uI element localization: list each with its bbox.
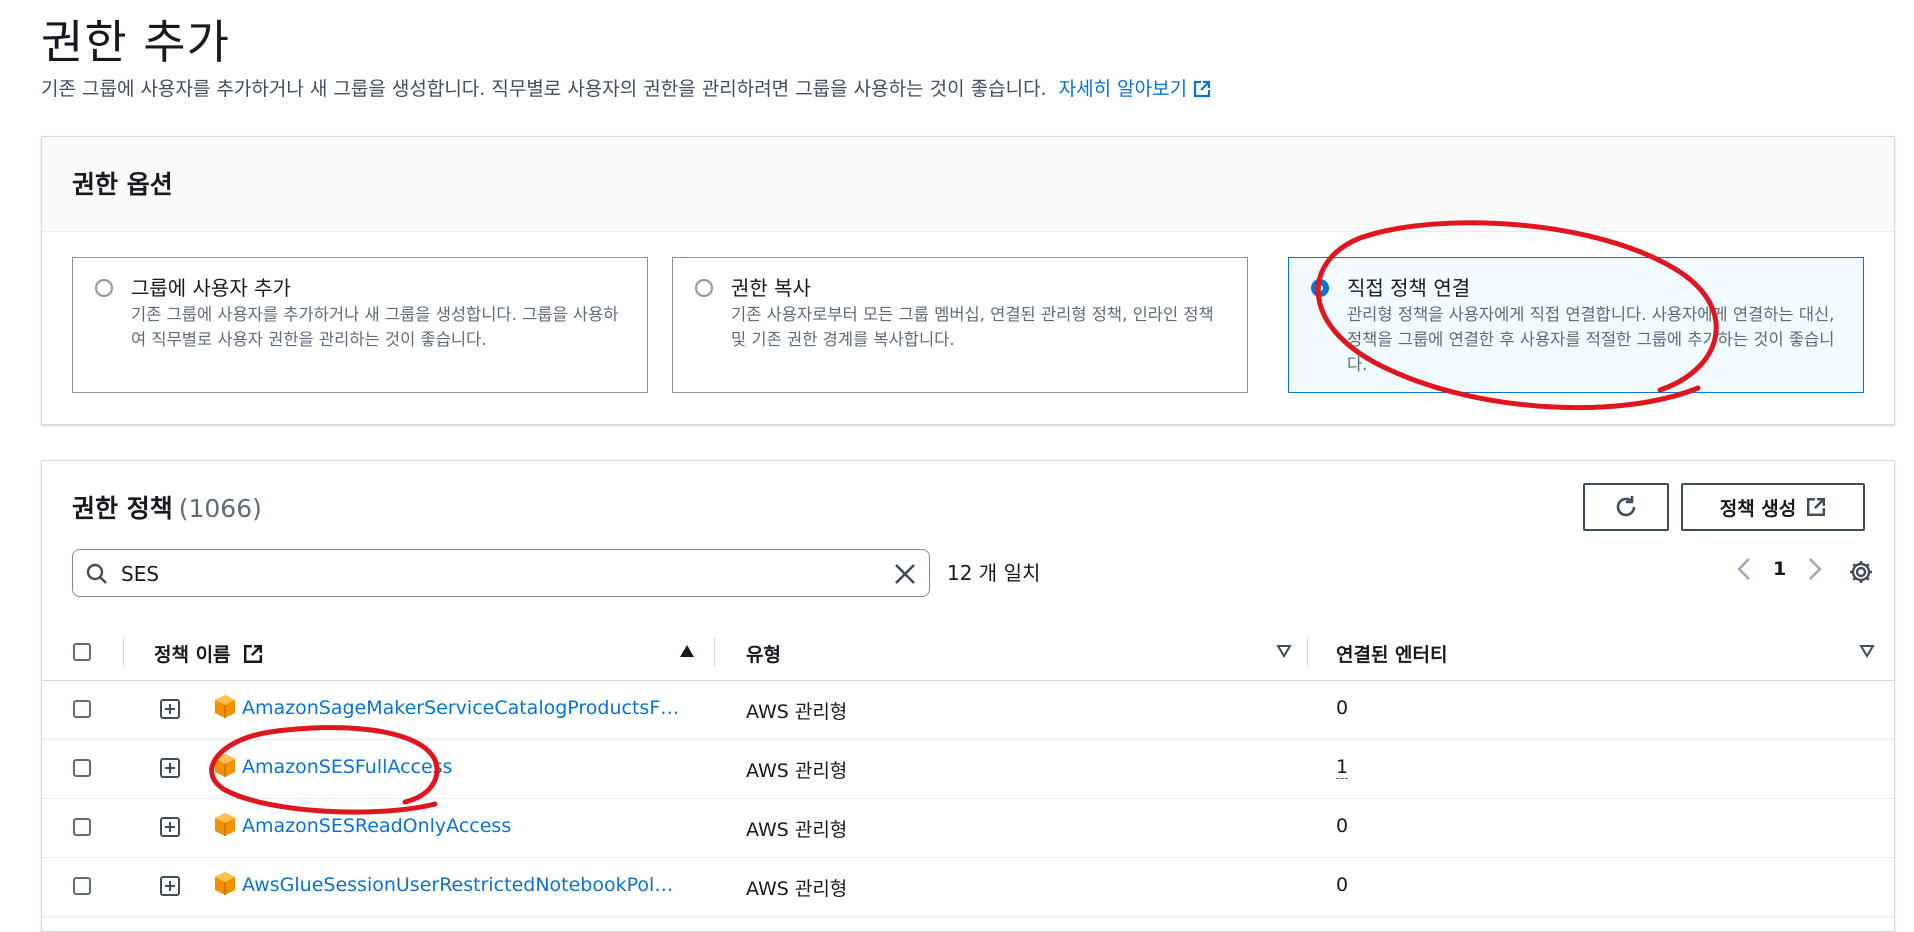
row-checkbox[interactable] (73, 759, 91, 777)
create-policy-button[interactable]: 정책 생성 (1681, 483, 1865, 531)
policy-name-link[interactable]: AwsGlueSessionUserRestrictedNotebookPol… (242, 874, 673, 896)
option-add-to-group[interactable]: 그룹에 사용자 추가 기존 그룹에 사용자를 추가하거나 새 그룹을 생성합니다… (72, 257, 648, 393)
table-row[interactable]: AmazonSESReadOnlyAccess AWS 관리형 0 (42, 798, 1894, 858)
page-description: 기존 그룹에 사용자를 추가하거나 새 그룹을 생성합니다. 직무별로 사용자의… (41, 74, 1211, 101)
option-description: 기존 사용자로부터 모든 그룹 멤버십, 연결된 관리형 정책, 인라인 정책 … (731, 305, 1214, 349)
aws-managed-policy-icon (215, 872, 235, 895)
aws-managed-policy-icon (215, 695, 235, 718)
aws-managed-policy-icon (215, 754, 235, 777)
policy-name-link[interactable]: AmazonSESFullAccess (242, 756, 452, 778)
learn-more-label: 자세히 알아보기 (1058, 78, 1188, 100)
policy-type: AWS 관리형 (746, 819, 848, 841)
column-header-policy-name[interactable]: 정책 이름 (154, 640, 263, 667)
table-row[interactable]: AmazonSESFullAccess AWS 관리형 1 (42, 739, 1894, 799)
column-divider (714, 638, 715, 666)
previous-page-icon[interactable] (1737, 557, 1751, 581)
policy-type: AWS 관리형 (746, 760, 848, 782)
sort-ascending-icon[interactable] (679, 644, 695, 658)
clear-search-icon[interactable] (893, 562, 917, 586)
page-title: 권한 추가 (41, 15, 230, 69)
expand-row-icon[interactable] (160, 699, 180, 719)
search-icon (86, 563, 107, 584)
column-divider (1307, 638, 1308, 666)
column-divider (123, 638, 124, 666)
option-label: 그룹에 사용자 추가 (131, 276, 291, 300)
aws-managed-policy-icon (215, 813, 235, 836)
description-text: 기존 그룹에 사용자를 추가하거나 새 그룹을 생성합니다. 직무별로 사용자의… (41, 78, 1047, 100)
column-header-attached-entities[interactable]: 연결된 엔터티 (1336, 640, 1448, 667)
attach-policies-radio[interactable] (1311, 279, 1329, 297)
copy-permissions-radio[interactable] (695, 279, 713, 297)
attached-entities-count[interactable]: 1 (1336, 756, 1349, 779)
pagination: 1 (1737, 557, 1822, 581)
policy-name-link[interactable]: AmazonSESReadOnlyAccess (242, 815, 511, 837)
permission-options-panel: 권한 옵션 그룹에 사용자 추가 기존 그룹에 사용자를 추가하거나 새 그룹을… (41, 136, 1895, 425)
option-description: 관리형 정책을 사용자에게 직접 연결합니다. 사용자에게 연결하는 대신, 정… (1347, 305, 1835, 374)
select-all-checkbox[interactable] (73, 643, 91, 661)
attached-entities-count: 0 (1336, 697, 1349, 719)
option-copy-permissions[interactable]: 권한 복사 기존 사용자로부터 모든 그룹 멤버십, 연결된 관리형 정책, 인… (672, 257, 1248, 393)
policies-count: (1066) (178, 494, 262, 523)
table-row[interactable]: AwsGlueSessionUserRestrictedNotebookPol…… (42, 857, 1894, 917)
option-description: 기존 그룹에 사용자를 추가하거나 새 그룹을 생성합니다. 그룹을 사용하여 … (131, 305, 619, 349)
attached-entities-count: 0 (1336, 815, 1349, 837)
learn-more-link[interactable]: 자세히 알아보기 (1059, 78, 1211, 100)
row-checkbox[interactable] (73, 818, 91, 836)
refresh-button[interactable] (1583, 483, 1669, 531)
option-label: 직접 정책 연결 (1347, 276, 1471, 300)
policy-type: AWS 관리형 (746, 701, 848, 723)
option-attach-policies-directly[interactable]: 직접 정책 연결 관리형 정책을 사용자에게 직접 연결합니다. 사용자에게 연… (1288, 257, 1864, 393)
gear-icon[interactable] (1848, 559, 1874, 585)
policy-search-box (72, 549, 930, 597)
column-header-type[interactable]: 유형 (746, 640, 781, 667)
policy-name-link[interactable]: AmazonSageMakerServiceCatalogProductsF… (242, 697, 679, 719)
add-permissions-page: 권한 추가 기존 그룹에 사용자를 추가하거나 새 그룹을 생성합니다. 직무별… (0, 0, 1914, 932)
external-link-icon (1807, 498, 1826, 516)
permission-options-header: 권한 옵션 (42, 137, 1894, 232)
permission-policies-heading: 권한 정책 (1066) (72, 489, 262, 525)
add-to-group-radio[interactable] (95, 279, 113, 297)
row-checkbox[interactable] (73, 700, 91, 718)
sort-icon[interactable] (1859, 644, 1875, 658)
expand-row-icon[interactable] (160, 758, 180, 778)
policies-table-header: 정책 이름 유형 연결된 엔터티 (42, 624, 1894, 681)
external-link-icon (244, 645, 263, 663)
policies-heading-text: 권한 정책 (72, 494, 173, 523)
option-label: 권한 복사 (731, 276, 811, 300)
attached-entities-count: 0 (1336, 874, 1349, 896)
permission-policies-panel: 권한 정책(1066) 정책 생성 12 개 일치 1 (41, 460, 1895, 932)
policy-name-header-label: 정책 이름 (154, 644, 231, 666)
external-link-icon (1193, 80, 1211, 98)
table-row[interactable]: AmazonSageMakerServiceCatalogProductsF… … (42, 680, 1894, 740)
current-page-number[interactable]: 1 (1773, 558, 1786, 580)
policy-search-input[interactable] (119, 558, 863, 590)
match-count: 12 개 일치 (947, 561, 1041, 585)
sort-icon[interactable] (1276, 644, 1292, 658)
next-page-icon[interactable] (1808, 557, 1822, 581)
create-policy-label: 정책 생성 (1719, 497, 1797, 520)
expand-row-icon[interactable] (160, 876, 180, 896)
permission-options-heading: 권한 옵션 (72, 170, 173, 199)
refresh-icon (1616, 496, 1636, 517)
expand-row-icon[interactable] (160, 817, 180, 837)
policy-type: AWS 관리형 (746, 878, 848, 900)
row-checkbox[interactable] (73, 877, 91, 895)
